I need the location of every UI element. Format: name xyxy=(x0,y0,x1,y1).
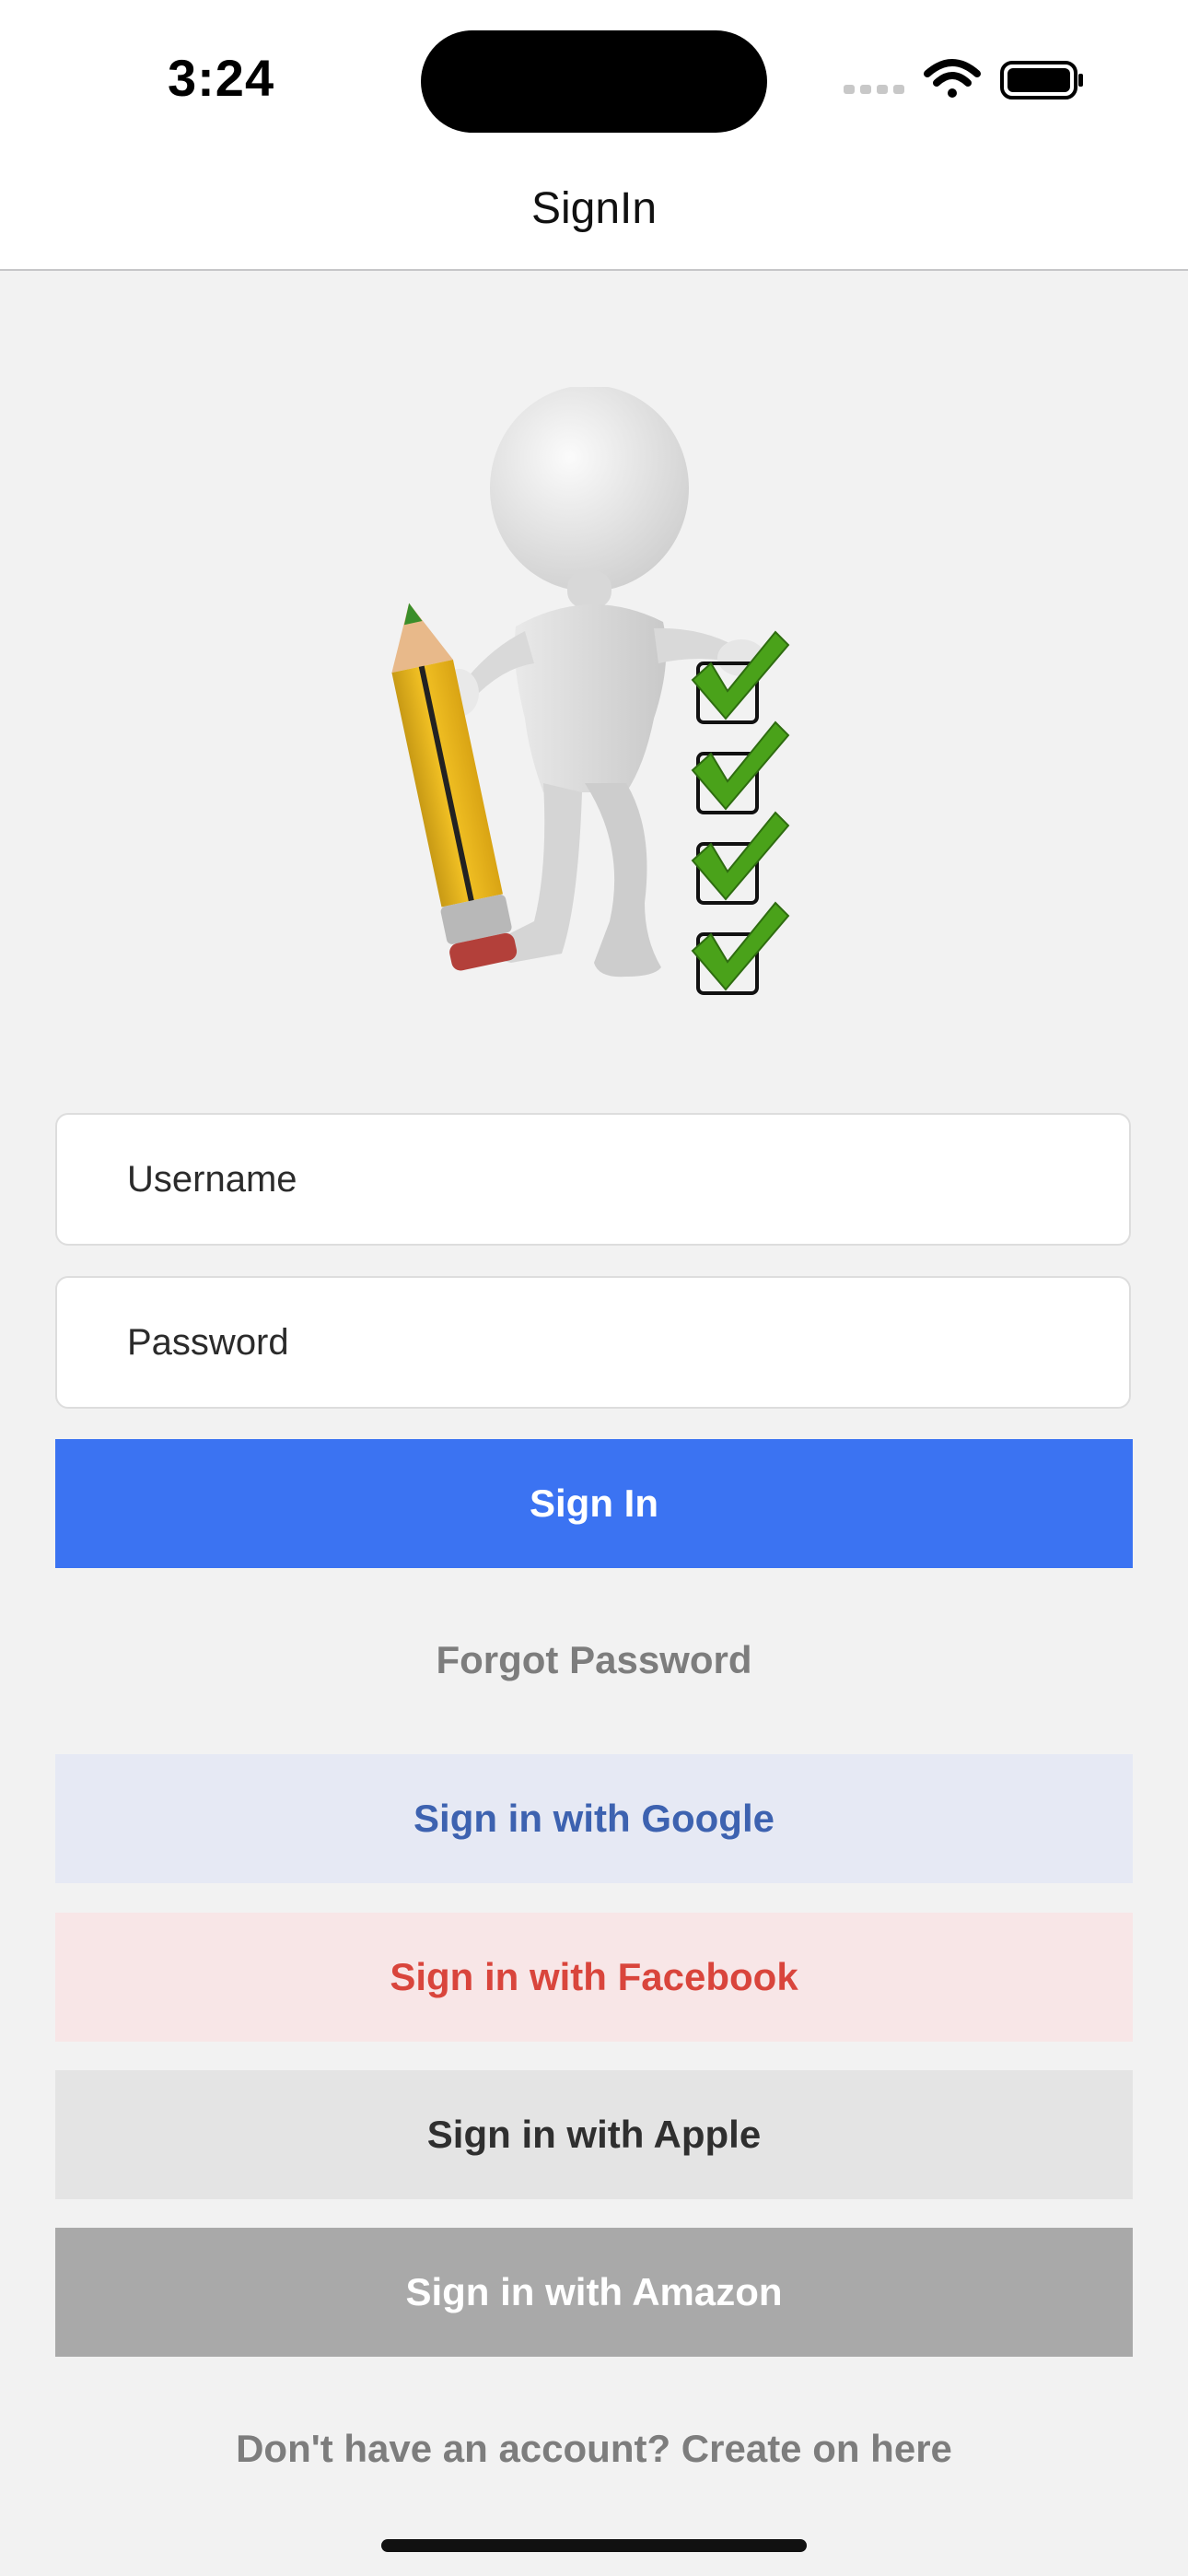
status-icons xyxy=(844,59,1083,100)
password-field[interactable] xyxy=(55,1276,1131,1409)
person-checklist-illustration xyxy=(391,387,790,995)
status-bar: 3:24 xyxy=(0,0,1188,147)
username-input[interactable] xyxy=(57,1115,1129,1244)
forgot-password-link[interactable]: Forgot Password xyxy=(0,1638,1188,1682)
battery-icon xyxy=(1000,61,1083,100)
sign-in-amazon-button[interactable]: Sign in with Amazon xyxy=(55,2228,1133,2357)
sign-in-facebook-button[interactable]: Sign in with Facebook xyxy=(55,1913,1133,2042)
sign-in-button[interactable]: Sign In xyxy=(55,1439,1133,1568)
dynamic-island xyxy=(421,30,767,133)
username-field[interactable] xyxy=(55,1113,1131,1246)
page-title: SignIn xyxy=(530,183,658,233)
sign-in-apple-button[interactable]: Sign in with Apple xyxy=(55,2070,1133,2199)
navigation-bar: SignIn xyxy=(0,147,1188,271)
create-account-link[interactable]: Don't have an account? Create on here xyxy=(0,2427,1188,2471)
home-indicator[interactable] xyxy=(381,2539,807,2552)
sign-in-google-button[interactable]: Sign in with Google xyxy=(55,1754,1133,1883)
cellular-signal-icon xyxy=(844,85,904,94)
status-time: 3:24 xyxy=(168,49,275,107)
wifi-icon xyxy=(924,59,981,98)
password-input[interactable] xyxy=(57,1278,1129,1407)
